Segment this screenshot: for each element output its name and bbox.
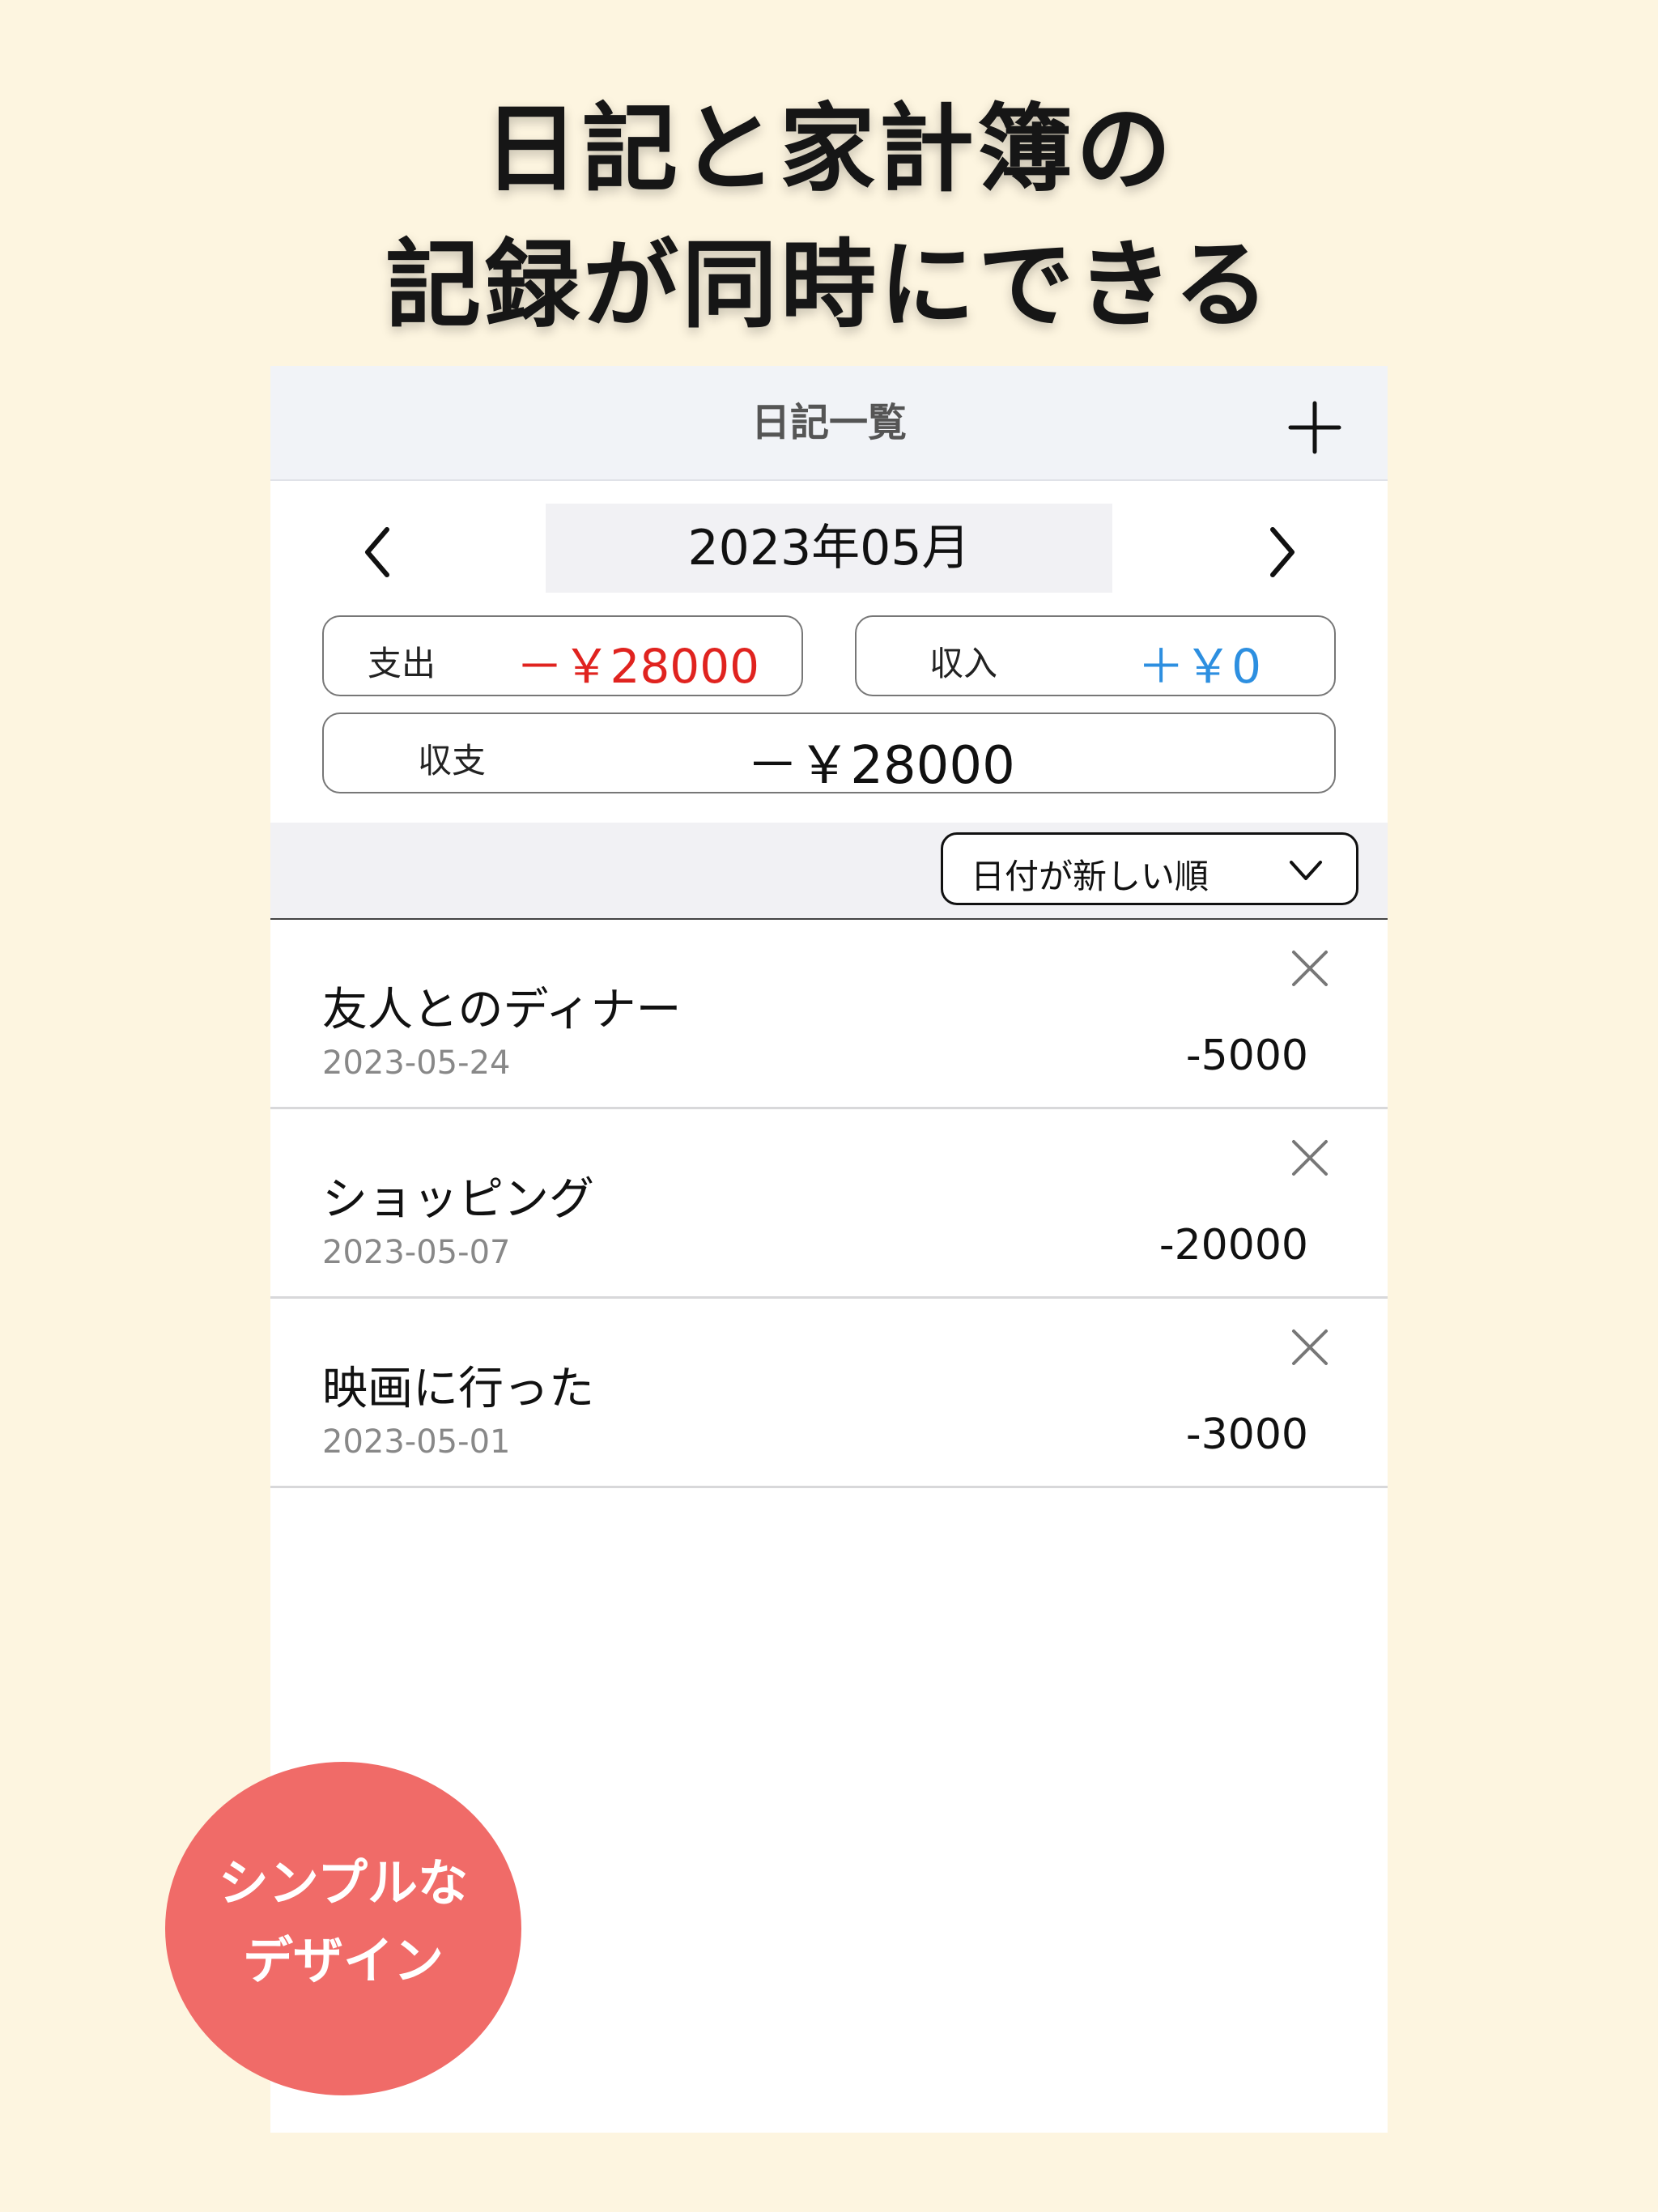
entry-title: 映画に行った [322, 1363, 594, 1415]
income-value: ＋￥0 [1137, 639, 1261, 694]
entry-title: ショッピング [322, 1173, 594, 1226]
close-icon[interactable] [1289, 1326, 1331, 1368]
close-icon[interactable] [1289, 947, 1331, 989]
entry-date: 2023-05-24 [322, 1044, 511, 1082]
sort-bar: 日付が新しい順 [270, 823, 1388, 920]
list-item[interactable]: 映画に行った 2023-05-01 -3000 [270, 1300, 1388, 1488]
headline: 日記と家計簿の 記録が同時にできる [0, 81, 1658, 353]
balance-summary: 収支 －￥28000 [322, 713, 1336, 796]
expense-summary: 支出 －￥28000 [322, 615, 803, 696]
headline-line-1: 日記と家計簿の [483, 93, 1175, 205]
entry-amount: -3000 [1185, 1410, 1308, 1459]
chevron-right-icon[interactable] [1256, 520, 1305, 585]
expense-label: 支出 [368, 644, 436, 683]
month-selector[interactable]: 2023年05月 [546, 504, 1112, 593]
list-item[interactable]: ショッピング 2023-05-07 -20000 [270, 1111, 1388, 1299]
plus-icon[interactable] [1286, 398, 1344, 457]
headline-line-2: 記録が同時にできる [385, 229, 1273, 341]
list-item[interactable]: 友人とのディナー 2023-05-24 -5000 [270, 921, 1388, 1109]
balance-value: －￥28000 [746, 736, 1015, 796]
expense-value: －￥28000 [516, 639, 759, 694]
sort-selected-value: 日付が新しい順 [971, 857, 1209, 896]
navigation-bar: 日記一覧 [270, 366, 1388, 481]
entry-amount: -5000 [1185, 1032, 1308, 1080]
chevron-down-icon [1290, 861, 1322, 880]
entry-date: 2023-05-01 [322, 1423, 511, 1461]
close-icon[interactable] [1289, 1137, 1331, 1179]
page-title: 日記一覧 [750, 400, 907, 445]
entry-title: 友人とのディナー [322, 984, 682, 1036]
feature-badge: シンプルな デザイン [165, 1762, 521, 2095]
sort-dropdown[interactable]: 日付が新しい順 [941, 832, 1358, 905]
chevron-left-icon[interactable] [355, 520, 403, 585]
entry-amount: -20000 [1158, 1221, 1308, 1270]
income-label: 収入 [929, 644, 998, 683]
badge-line-2: デザイン [242, 1931, 444, 1990]
entry-date: 2023-05-07 [322, 1234, 511, 1271]
badge-line-1: シンプルな [218, 1853, 469, 1912]
income-summary: 収入 ＋￥0 [855, 615, 1336, 696]
